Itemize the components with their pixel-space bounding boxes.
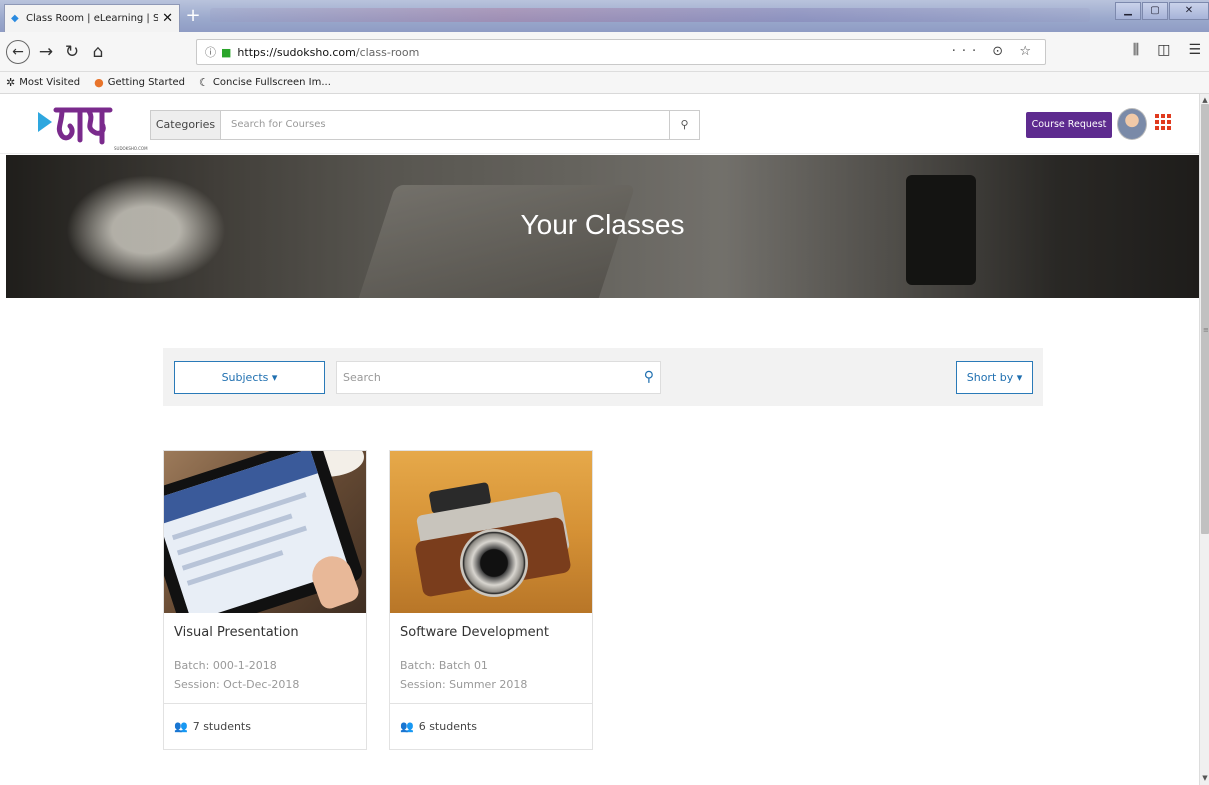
users-icon: 👥 [400,720,414,733]
browser-navbar: ← → ↻ ⌂ ⓘ ■ https://sudoksho.com /class-… [0,32,1209,72]
logo-mark-icon [38,107,113,145]
reload-icon[interactable]: ↻ [60,40,84,64]
menu-icon[interactable]: ☰ [1188,42,1201,58]
filter-bar: Subjects ▾ Search ⚲ Short by ▾ [163,348,1043,406]
sidebar-icon[interactable]: ◫ [1157,42,1170,58]
avatar[interactable] [1117,108,1147,140]
apps-grid-icon[interactable] [1155,114,1171,130]
page-content: SUDOKSHO.COM Categories Search for Cours… [0,94,1199,785]
student-count-label: 7 students [192,720,251,733]
minimize-button[interactable]: ▁ [1115,2,1141,20]
scroll-thumb[interactable]: ≡ [1201,104,1209,534]
home-icon[interactable]: ⌂ [86,40,110,64]
bookmark-label: Concise Fullscreen Im... [212,77,331,88]
site-header: SUDOKSHO.COM Categories Search for Cours… [0,94,1199,154]
sort-dropdown[interactable]: Short by ▾ [956,361,1033,394]
scroll-grip-icon: ≡ [1203,326,1209,334]
window-controls: ▁ ▢ ✕ [1114,2,1209,20]
class-card[interactable]: Visual Presentation Batch: 000-1-2018 Se… [163,450,367,750]
header-search-input[interactable]: Search for Courses [221,111,669,139]
browser-titlebar: ◆ Class Room | eLearning | Sudol ✕ + ▁ ▢… [0,0,1209,32]
class-search-placeholder: Search [343,371,381,384]
class-thumbnail-image[interactable] [390,451,592,613]
student-count: 👥 6 students [400,720,477,733]
close-window-button[interactable]: ✕ [1169,2,1209,20]
hero-banner: Your Classes [6,155,1199,298]
gear-icon: ✲ [6,76,16,89]
course-request-button[interactable]: Course Request [1026,112,1112,138]
student-count-label: 6 students [418,720,477,733]
scroll-down-icon[interactable]: ▼ [1200,774,1209,782]
new-tab-button[interactable]: + [182,4,204,28]
subjects-dropdown[interactable]: Subjects ▾ [174,361,325,394]
toolbar-right: ⫼ ◫ ☰ [1133,42,1201,58]
forward-arrow-icon[interactable]: → [34,40,58,64]
logo-subtext: SUDOKSHO.COM [114,146,148,151]
class-session: Session: Oct-Dec-2018 [174,678,300,691]
class-thumbnail-image[interactable] [164,451,366,613]
class-card-footer: 👥 6 students [390,703,592,749]
back-arrow-icon[interactable]: ← [6,40,30,64]
fullscreen-icon: ☾ [199,76,209,89]
bookmark-getting-started[interactable]: ● Getting Started [94,76,185,89]
tabstrip-background [210,8,1090,22]
class-batch: Batch: 000-1-2018 [174,659,277,672]
header-search-group: Categories Search for Courses ⚲ [150,110,700,140]
tablet-line [186,550,284,586]
page-title: Your Classes [520,209,685,240]
firefox-icon: ● [94,76,104,89]
maximize-button[interactable]: ▢ [1142,2,1168,20]
url-host: https://sudoksho.com [237,45,356,59]
url-path: /class-room [355,45,420,59]
class-title[interactable]: Software Development [400,625,549,640]
bookmark-most-visited[interactable]: ✲ Most Visited [6,76,80,89]
class-search-input[interactable]: Search ⚲ [336,361,661,394]
browser-tab[interactable]: ◆ Class Room | eLearning | Sudol ✕ [4,4,180,32]
page-actions-icon[interactable]: ··· ⊙ ☆ [952,44,1037,59]
student-count: 👥 7 students [174,720,251,733]
bookmarks-toolbar: ✲ Most Visited ● Getting Started ☾ Conci… [0,72,1209,94]
search-icon[interactable]: ⚲ [669,111,699,139]
site-favicon-icon: ◆ [11,12,19,24]
lock-icon: ■ [221,45,232,59]
search-icon[interactable]: ⚲ [644,362,654,393]
bookmark-label: Most Visited [19,77,81,88]
bookmark-concise-fullscreen[interactable]: ☾ Concise Fullscreen Im... [199,76,331,89]
info-icon[interactable]: ⓘ [205,44,216,60]
site-logo[interactable]: SUDOKSHO.COM [36,102,148,151]
address-bar[interactable]: ⓘ ■ https://sudoksho.com /class-room ···… [196,39,1046,65]
library-icon[interactable]: ⫼ [1133,42,1139,58]
bookmark-label: Getting Started [107,77,186,88]
users-icon: 👥 [174,720,188,733]
class-title[interactable]: Visual Presentation [174,625,299,640]
class-card[interactable]: Software Development Batch: Batch 01 Ses… [389,450,593,750]
tab-close-icon[interactable]: ✕ [162,11,173,26]
class-session: Session: Summer 2018 [400,678,528,691]
camera-lens-image [460,529,528,597]
scroll-up-icon[interactable]: ▲ [1200,96,1209,104]
page-scrollbar[interactable]: ▲ ≡ ▼ [1199,94,1209,785]
class-card-footer: 👥 7 students [164,703,366,749]
categories-button[interactable]: Categories [151,111,221,139]
tab-title: Class Room | eLearning | Sudol [26,13,159,24]
class-batch: Batch: Batch 01 [400,659,488,672]
